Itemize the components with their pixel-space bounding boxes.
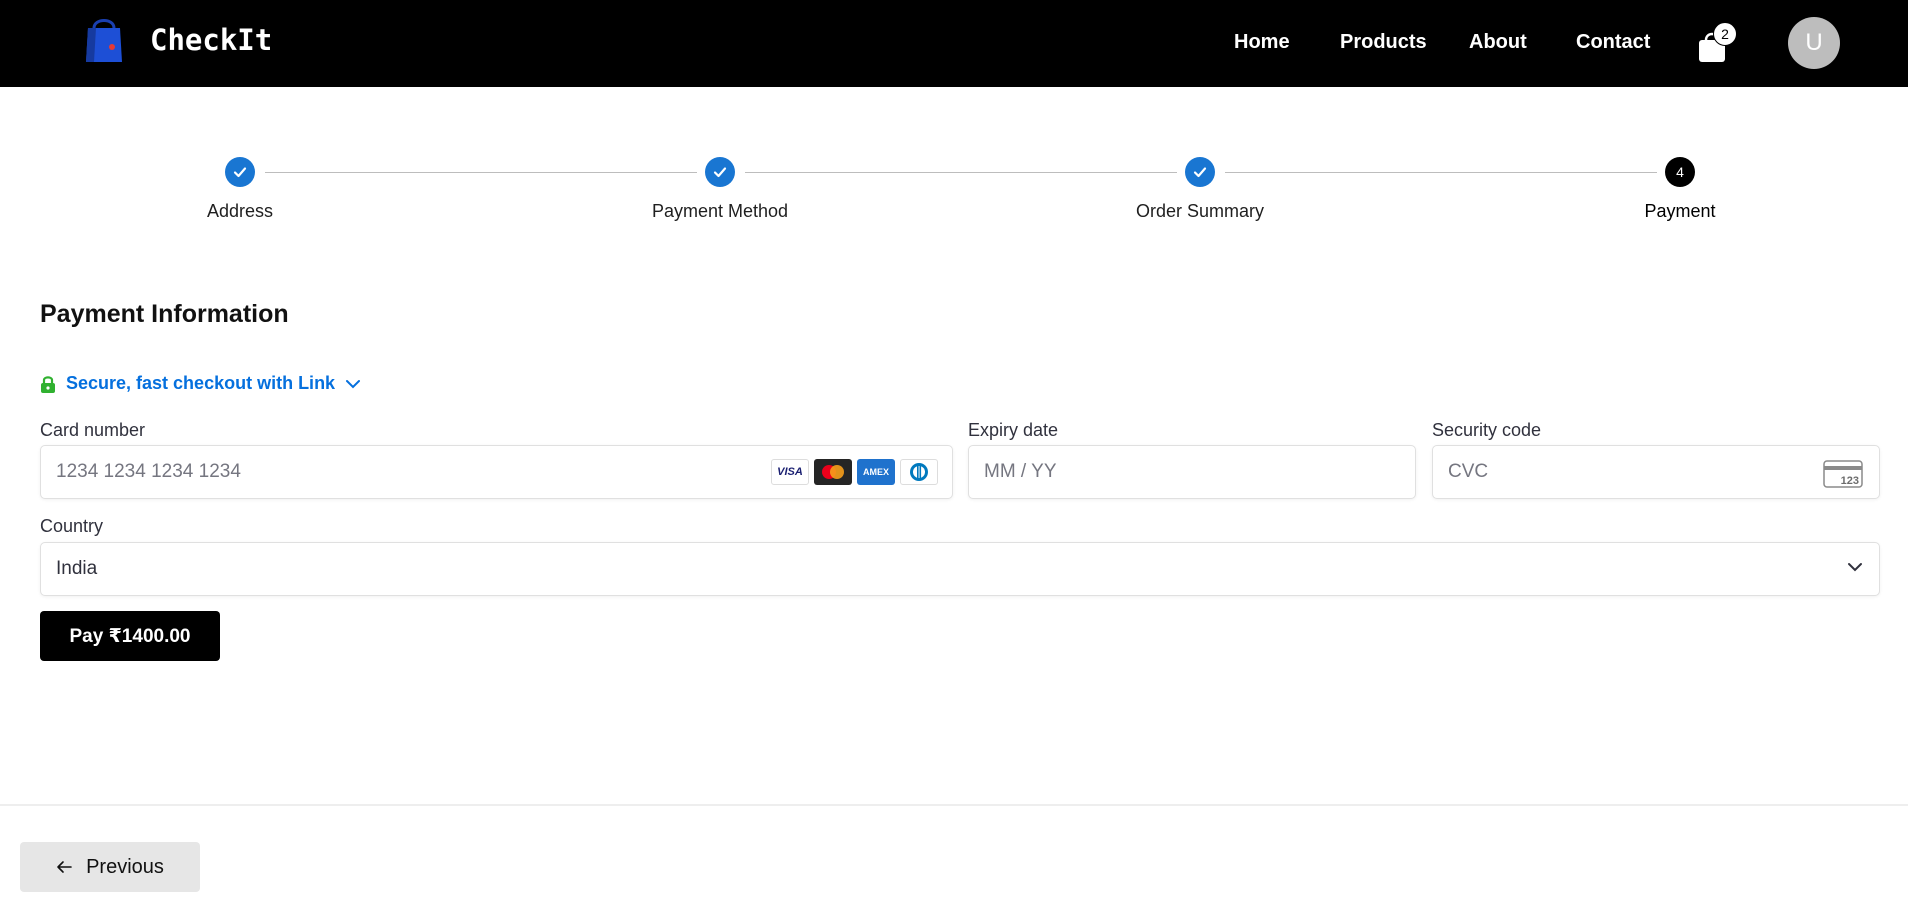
step-number: 4	[1665, 157, 1695, 187]
step-address: Address	[120, 155, 360, 222]
step-label: Payment	[1644, 201, 1716, 221]
nav-home[interactable]: Home	[1234, 31, 1290, 54]
visa-icon: VISA	[771, 459, 809, 485]
chevron-down-icon	[346, 379, 361, 388]
cart-button[interactable]: 2	[1697, 22, 1737, 62]
chevron-down-icon	[1848, 563, 1862, 572]
link-checkout-toggle[interactable]: Secure, fast checkout with Link	[40, 373, 361, 394]
cvc-icon-text: 123	[1841, 475, 1859, 487]
previous-button-label: Previous	[86, 855, 164, 878]
country-value: India	[56, 558, 98, 579]
previous-button[interactable]: Previous	[20, 842, 200, 892]
checkout-stepper: Address Payment Method Order Summary 4 P…	[0, 155, 1908, 235]
brand-name: CheckIt	[150, 23, 273, 57]
diners-icon	[900, 459, 938, 485]
shopping-bag-logo-icon	[86, 19, 122, 62]
nav-contact[interactable]: Contact	[1576, 31, 1650, 54]
mastercard-icon	[814, 459, 852, 485]
top-navbar: CheckIt Home Products About Contact 2 U	[0, 0, 1908, 87]
nav-products[interactable]: Products	[1340, 31, 1427, 54]
security-code-input[interactable]: CVC 123	[1432, 445, 1880, 499]
avatar[interactable]: U	[1788, 17, 1840, 69]
nav-about[interactable]: About	[1469, 31, 1527, 54]
card-brand-logos: VISA AMEX	[771, 459, 938, 485]
step-order-summary: Order Summary	[1080, 155, 1320, 222]
amex-icon: AMEX	[857, 459, 895, 485]
step-label: Payment Method	[651, 201, 789, 221]
card-number-input[interactable]: 1234 1234 1234 1234 VISA AMEX	[40, 445, 953, 499]
country-select[interactable]: India	[40, 542, 1880, 596]
cvc-card-icon: 123	[1823, 460, 1863, 488]
cart-count-badge: 2	[1713, 22, 1737, 46]
pay-button[interactable]: Pay ₹1400.00	[40, 611, 220, 661]
section-title: Payment Information	[40, 300, 289, 328]
step-label: Order Summary	[1135, 201, 1265, 221]
expiry-placeholder: MM / YY	[984, 461, 1057, 482]
check-icon	[1185, 157, 1215, 187]
check-icon	[705, 157, 735, 187]
check-icon	[225, 157, 255, 187]
country-label: Country	[40, 516, 104, 536]
expiry-label: Expiry date	[968, 420, 1059, 440]
brand[interactable]: CheckIt	[82, 14, 272, 66]
footer-divider	[0, 804, 1908, 806]
link-checkout-text: Secure, fast checkout with Link	[66, 373, 336, 393]
security-code-label: Security code	[1432, 420, 1542, 440]
expiry-input[interactable]: MM / YY	[968, 445, 1416, 499]
card-number-placeholder: 1234 1234 1234 1234	[56, 461, 241, 482]
step-label: Address	[206, 201, 274, 221]
arrow-left-icon	[57, 861, 72, 873]
card-number-label: Card number	[40, 420, 146, 440]
step-payment: 4 Payment	[1560, 155, 1800, 222]
step-payment-method: Payment Method	[600, 155, 840, 222]
security-code-placeholder: CVC	[1448, 461, 1489, 482]
lock-icon	[41, 375, 55, 393]
